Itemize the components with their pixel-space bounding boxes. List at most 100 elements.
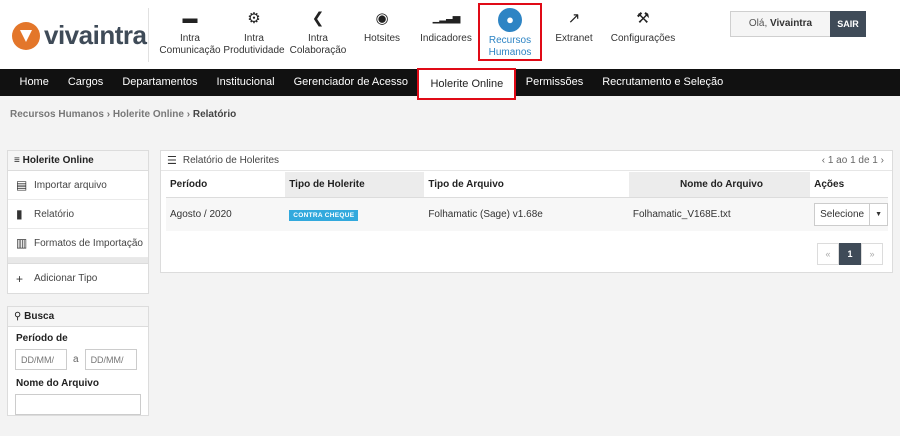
gears-icon: ⚙ [247,10,261,27]
upload-icon: ▤ [16,178,28,192]
users-icon: ● [498,8,522,32]
nav-extranet[interactable]: ↗ Extranet [542,0,606,70]
pager-prev-icon[interactable]: ‹ [822,155,825,166]
date-from-input[interactable] [15,349,67,370]
chevron-down-icon: ▼ [869,203,887,225]
pagination-current[interactable]: 1 [839,243,861,265]
sidebar-title-text: Holerite Online [22,155,94,166]
period-row: a [8,349,148,370]
nav-label-line1: Configurações [610,33,676,44]
table-row: Agosto / 2020 CONTRA CHEQUE Folhamatic (… [166,197,888,231]
nav-intra-colaboracao[interactable]: ❮ Intra Colaboração [286,0,350,70]
sidebar-item-label: Importar arquivo [34,179,107,191]
nav-label-line1: Intra [179,33,200,44]
report-table: Período Tipo de Holerite Tipo de Arquivo… [166,172,888,231]
signal-bars-icon: ▁▂▃▅ [432,13,461,24]
user-box: Olá, Vivaintra SAIR [730,11,866,37]
filename-label: Nome do Arquivo [16,378,99,389]
chat-icon: ▬ [182,10,198,27]
list-icon: ≡ [14,155,20,166]
nav-configuracoes[interactable]: ⚒ Configurações [606,0,680,70]
cell-periodo: Agosto / 2020 [166,197,286,231]
sidebar: ≡ Holerite Online ▤ Importar arquivo ▮ R… [7,150,149,416]
brand-logo[interactable]: vivaintra [12,20,147,51]
logo-mark-icon [12,21,40,50]
pager-summary: ‹ 1 ao 1 de 1 › [822,155,884,166]
nav-label-line2: Humanos [488,47,532,58]
breadcrumb-recursos-humanos[interactable]: Recursos Humanos [10,109,104,120]
wrench-icon: ⚒ [636,10,650,27]
search-panel: ⚲ Busca Período de a Nome do Arquivo [7,306,149,416]
report-title: Relatório de Holerites [182,155,280,166]
main-menu: Home Cargos Departamentos Institucional … [0,68,900,100]
actions-select[interactable]: Selecione ▼ [814,202,888,226]
nav-intra-produtividade[interactable]: ⚙ Intra Produtividade [222,0,286,70]
nav-intra-comunicacao[interactable]: ▬ Intra Comunicação [158,0,222,70]
period-label: Período de [16,333,68,344]
nav-label-line1: Indicadores [420,33,472,44]
search-title: ⚲ Busca [8,307,148,327]
nav-indicadores[interactable]: ▁▂▃▅ Indicadores [414,0,478,70]
menu-gerenciador-acesso[interactable]: Gerenciador de Acesso [284,69,417,96]
pagination-first[interactable]: « [817,243,839,265]
menu-departamentos[interactable]: Departamentos [113,69,207,96]
sidebar-item-formatos[interactable]: ▥ Formatos de Importação [8,229,148,258]
col-periodo[interactable]: Período [166,172,286,198]
sidebar-item-adicionar-tipo[interactable]: + Adicionar Tipo [8,264,148,293]
menu-permissoes[interactable]: Permissões [516,69,592,96]
nav-label-line1: Intra [243,33,264,44]
menu-institucional[interactable]: Institucional [207,69,284,96]
cell-tipo-holerite: CONTRA CHEQUE [285,197,425,231]
file-import-icon: ▥ [16,236,28,250]
brand-name: vivaintra [44,20,147,50]
logout-button[interactable]: SAIR [830,11,866,37]
menu-holerite-online[interactable]: Holerite Online [417,68,517,100]
nav-hotsites[interactable]: ◉ Hotsites [350,0,414,70]
report-panel: ☰ Relatório de Holerites ‹ 1 ao 1 de 1 ›… [160,150,893,273]
globe-icon: ◉ [375,10,389,27]
table-header-row: Período Tipo de Holerite Tipo de Arquivo… [166,172,888,198]
list-icon: ☰ [167,155,177,167]
sidebar-item-importar[interactable]: ▤ Importar arquivo [8,171,148,200]
menu-cargos[interactable]: Cargos [58,69,112,96]
pagination: « 1 » [817,243,883,265]
filename-input[interactable] [15,394,141,415]
breadcrumb-separator: › [106,109,111,120]
search-title-text: Busca [24,311,55,322]
menu-recrutamento-selecao[interactable]: Recrutamento e Seleção [593,69,733,96]
col-tipo-holerite[interactable]: Tipo de Holerite [285,172,425,198]
period-between: a [73,354,79,365]
nav-label-line2: Colaboração [289,45,347,56]
cell-nome-arquivo: Folhamatic_V168E.txt [628,197,811,231]
nav-label-line1: Recursos [488,35,532,46]
col-tipo-arquivo[interactable]: Tipo de Arquivo [424,172,629,198]
date-to-input[interactable] [84,349,137,370]
breadcrumb-current: Relatório [192,109,237,120]
col-nome-arquivo[interactable]: Nome do Arquivo [628,172,811,198]
sidebar-item-label: Formatos de Importação [34,237,143,249]
pager-next-icon[interactable]: › [881,155,884,166]
status-badge: CONTRA CHEQUE [289,209,359,221]
breadcrumb: Recursos Humanos › Holerite Online › Rel… [10,109,236,120]
greeting-text: Olá, [748,18,768,29]
pagination-last[interactable]: » [861,243,883,265]
report-header: ☰ Relatório de Holerites [161,151,892,171]
pager-text: 1 ao 1 de 1 [827,155,878,166]
top-header: vivaintra ▬ Intra Comunicação ⚙ Intra Pr… [0,0,900,70]
breadcrumb-holerite-online[interactable]: Holerite Online [113,109,184,120]
plus-icon: + [16,271,24,286]
module-nav: ▬ Intra Comunicação ⚙ Intra Produtividad… [158,0,680,70]
header-divider [148,8,149,62]
nav-label-line1: Intra [307,33,328,44]
breadcrumb-separator: › [186,109,191,120]
sidebar-item-relatorio[interactable]: ▮ Relatório [8,200,148,229]
col-acoes: Ações [810,172,888,198]
cell-acoes: Selecione ▼ [810,197,888,231]
user-greeting[interactable]: Olá, Vivaintra [730,11,830,37]
share-icon: ❮ [311,10,325,27]
external-link-icon: ↗ [567,10,581,27]
sidebar-item-label: Adicionar Tipo [34,273,98,284]
menu-home[interactable]: Home [10,69,58,96]
nav-recursos-humanos[interactable]: ● Recursos Humanos [478,3,542,61]
nav-label-line1: Extranet [555,33,593,44]
